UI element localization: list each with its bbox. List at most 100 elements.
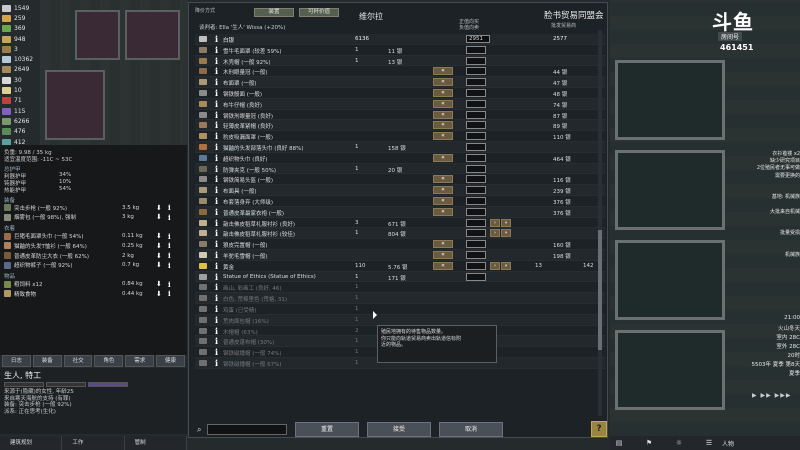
info-icon[interactable]: i <box>215 110 218 120</box>
sell-arrow-button[interactable]: « <box>433 78 453 87</box>
alert-item[interactable]: 2位殖民者无事可做 <box>735 164 800 171</box>
info-icon[interactable]: i <box>215 336 218 346</box>
trade-row[interactable]: i 钢铁骰面 (一般) « 48 银 <box>195 88 605 99</box>
drop-icon[interactable]: ⬇ <box>156 213 168 221</box>
info-icon[interactable]: i <box>168 289 180 298</box>
trade-row[interactable]: i 钢铁刑眼量冠 (良好) « 87 银 <box>195 110 605 121</box>
sell-arrow-button[interactable]: « <box>433 99 453 108</box>
inspect-tab[interactable]: 装备 <box>32 355 62 367</box>
sell-arrow-button[interactable]: « <box>433 132 453 141</box>
info-icon[interactable]: i <box>215 293 218 303</box>
alert-item[interactable] <box>735 222 800 229</box>
info-icon[interactable]: i <box>215 66 218 76</box>
info-icon[interactable]: i <box>215 272 218 282</box>
trade-row[interactable]: i 羊驼毛雪帽 (一般) « 198 银 <box>195 249 605 261</box>
trade-amount-input[interactable] <box>466 218 486 227</box>
main-tab-button[interactable]: 建筑规划 <box>0 436 63 450</box>
sell-arrow-button[interactable]: « <box>433 196 453 205</box>
trade-row[interactable]: i 木刑眼量冠 (一般) « 44 银 <box>195 66 605 78</box>
speed-controls[interactable]: ▶ ▶▶ ▶▶▶ <box>752 392 792 399</box>
inspect-tab[interactable]: 社交 <box>63 355 93 367</box>
alert-item[interactable] <box>735 179 800 186</box>
trade-amount-input[interactable] <box>466 250 486 259</box>
trade-row[interactable]: i Statue of Ethics (Statue of Ethics) 1 171… <box>195 271 605 283</box>
trade-amount-input[interactable] <box>466 45 486 54</box>
buy-all-button[interactable]: » <box>501 261 511 270</box>
resource-row[interactable]: 6266 <box>2 116 46 126</box>
alert-item[interactable]: 批量受损 <box>735 229 800 236</box>
alert-item[interactable]: 机械族 <box>735 251 800 258</box>
trade-amount-input[interactable] <box>466 153 486 162</box>
info-icon[interactable]: i <box>168 241 180 250</box>
info-icon[interactable]: i <box>215 347 218 357</box>
trade-row[interactable]: i 布面具 (一般) « 239 银 <box>195 185 605 196</box>
gear-row[interactable]: 突击步枪 (一般 92%) 3.5 kg ⬇ i <box>4 203 183 213</box>
buy-arrow-button[interactable]: › <box>490 229 500 238</box>
trade-amount-input[interactable] <box>466 175 486 184</box>
alert-item[interactable] <box>735 200 800 207</box>
trade-amount-input[interactable] <box>466 78 486 87</box>
info-icon[interactable]: i <box>168 232 180 241</box>
resource-row[interactable]: 259 <box>2 13 46 23</box>
sell-arrow-button[interactable]: « <box>433 175 453 184</box>
info-icon[interactable]: i <box>215 142 218 152</box>
info-icon[interactable]: i <box>168 280 180 289</box>
trade-row[interactable]: i 敲击佛皮稻草礼服衬衫 (较佳) 1 804 银 ›» <box>195 228 605 240</box>
pawn-name[interactable]: 生人, 特工 <box>4 370 183 381</box>
drop-icon[interactable]: ⬇ <box>156 204 168 212</box>
info-icon[interactable]: i <box>215 304 218 314</box>
scroll-thumb[interactable] <box>598 230 602 350</box>
sell-arrow-button[interactable]: « <box>433 88 453 97</box>
sell-arrow-button[interactable]: « <box>433 110 453 119</box>
info-icon[interactable]: i <box>215 131 218 141</box>
info-icon[interactable]: i <box>215 120 218 130</box>
trade-amount-input[interactable] <box>466 56 486 65</box>
info-icon[interactable]: i <box>215 282 218 292</box>
trade-row[interactable]: i 布面罩 (一般) « 47 银 <box>195 77 605 88</box>
trade-row[interactable]: i 钢铁简易头盔 (一般) « 116 银 <box>195 174 605 186</box>
info-icon[interactable]: i <box>215 207 218 217</box>
help-button[interactable]: ? <box>591 421 607 437</box>
alert-item[interactable] <box>735 236 800 243</box>
alert-item[interactable]: 基地: 机械族 <box>735 193 800 200</box>
trade-amount-input[interactable] <box>466 142 486 151</box>
trade-row[interactable]: i 超织物头巾 (良好) « 464 银 <box>195 153 605 164</box>
drop-icon[interactable]: ⬇ <box>156 261 168 269</box>
trade-row[interactable]: i 布牛仔帽 (良好) « 74 银 <box>195 98 605 110</box>
book-icon[interactable]: ▤ <box>612 439 626 447</box>
info-icon[interactable]: i <box>215 34 218 44</box>
research-icon[interactable]: ☼ <box>672 439 686 447</box>
trade-row[interactable]: i 豹皮吸漏面罩 (一般) « 110 银 <box>195 131 605 142</box>
info-icon[interactable]: i <box>215 45 218 55</box>
sell-arrow-button[interactable]: « <box>433 121 453 130</box>
sell-arrow-button[interactable]: « <box>433 67 453 76</box>
gear-row[interactable]: 粗饲料 x12 0.84 kg ⬇ i <box>4 279 183 289</box>
info-icon[interactable]: i <box>168 203 180 212</box>
search-input[interactable] <box>207 424 287 435</box>
inspect-tab[interactable]: 需求 <box>125 355 155 367</box>
sell-arrow-button[interactable]: « <box>433 250 453 259</box>
trade-amount-input[interactable] <box>466 272 486 281</box>
info-icon[interactable]: i <box>215 326 218 336</box>
info-icon[interactable]: i <box>215 261 218 271</box>
info-icon[interactable]: i <box>215 99 218 109</box>
inspect-tab[interactable]: 日志 <box>2 355 31 367</box>
trade-row[interactable]: i 狼皮完置帽 (一般) « 160 银 <box>195 239 605 250</box>
trade-amount-input[interactable] <box>466 229 486 238</box>
resource-row[interactable]: 1549 <box>2 3 46 13</box>
trade-amount-input[interactable] <box>466 99 486 108</box>
drop-icon[interactable]: ⬇ <box>156 290 168 298</box>
accept-button[interactable]: 接受 <box>367 422 431 437</box>
trade-row[interactable]: i 白色, 荒棉里色 (荒格, 31) 1 <box>195 293 605 304</box>
trade-row[interactable]: i 防弹夹克 (一般 50%) 1 20 银 <box>195 163 605 175</box>
resource-row[interactable]: 3 <box>2 44 46 54</box>
alert-item[interactable]: 大批来自机械 <box>735 208 800 215</box>
alert-item[interactable] <box>735 215 800 222</box>
inspect-tab[interactable]: 健康 <box>156 355 185 367</box>
trade-row[interactable]: i 木壳帽 (一般 92%) 1 13 银 <box>195 55 605 67</box>
trade-row[interactable]: i 轻薄皮革紧帽 (良好) « 89 银 <box>195 120 605 132</box>
drop-icon[interactable]: ⬇ <box>156 242 168 250</box>
info-icon[interactable]: i <box>168 251 180 260</box>
sell-arrow-button[interactable]: « <box>433 261 453 270</box>
info-icon[interactable]: i <box>215 239 218 249</box>
